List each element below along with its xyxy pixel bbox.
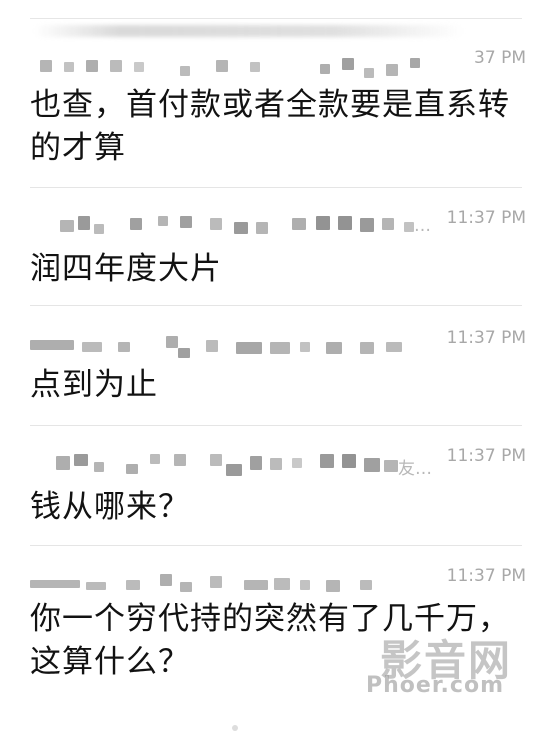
pixel-block bbox=[300, 580, 310, 590]
pixel-block bbox=[410, 58, 420, 68]
pixel-block bbox=[178, 348, 190, 358]
pixel-block bbox=[206, 340, 218, 352]
pixel-block bbox=[270, 458, 282, 470]
message-time: 11:37 PM bbox=[446, 328, 526, 348]
pixel-block bbox=[30, 340, 74, 350]
pixel-block bbox=[386, 64, 398, 76]
message-time: 11:37 PM bbox=[446, 566, 526, 586]
message-time: 11:37 PM bbox=[446, 208, 526, 228]
pixel-block bbox=[30, 580, 80, 588]
pixel-block bbox=[64, 62, 74, 72]
blurred-header-strip bbox=[34, 25, 464, 37]
pixel-block bbox=[126, 464, 138, 474]
sender-ellipsis: 友… bbox=[398, 459, 432, 479]
pixel-block bbox=[94, 462, 104, 472]
pixel-block bbox=[160, 574, 172, 586]
message-text: 钱从哪来？ bbox=[30, 489, 190, 525]
pixel-block bbox=[360, 342, 374, 354]
pixel-block bbox=[40, 60, 52, 72]
pixel-block bbox=[234, 222, 248, 234]
divider bbox=[30, 187, 522, 188]
pixel-block bbox=[326, 580, 340, 592]
pixel-block bbox=[386, 342, 402, 352]
pixel-block bbox=[244, 580, 268, 590]
pixel-block bbox=[384, 460, 398, 472]
pixel-block bbox=[166, 336, 178, 348]
pixel-block bbox=[180, 66, 190, 76]
pixel-block bbox=[86, 60, 98, 72]
pixel-block bbox=[342, 58, 354, 70]
pixel-block bbox=[404, 222, 414, 232]
pixel-block bbox=[292, 218, 306, 230]
pixel-block bbox=[250, 62, 260, 72]
pixel-block bbox=[82, 342, 102, 352]
pixel-block bbox=[270, 342, 290, 354]
sender-ellipsis: … bbox=[414, 216, 431, 236]
message-time: 37 PM bbox=[474, 48, 526, 68]
pixel-block bbox=[256, 222, 268, 234]
pixel-block bbox=[60, 220, 74, 232]
pixel-block bbox=[342, 454, 356, 468]
pixel-block bbox=[150, 454, 160, 464]
divider bbox=[30, 425, 522, 426]
sender-name-pixelated bbox=[30, 332, 425, 358]
pixel-block bbox=[134, 62, 144, 72]
pixel-block bbox=[110, 60, 122, 72]
pixel-block bbox=[338, 216, 352, 230]
pixel-block bbox=[180, 216, 192, 228]
message-text: 润四年度大片 bbox=[30, 251, 222, 287]
pixel-block bbox=[300, 342, 310, 352]
pixel-block bbox=[210, 218, 222, 230]
pixel-block bbox=[320, 454, 334, 468]
sender-name-pixelated bbox=[30, 450, 425, 476]
pixel-block bbox=[210, 576, 222, 588]
pixel-block bbox=[360, 580, 372, 590]
pixel-block bbox=[118, 342, 130, 352]
scroll-indicator bbox=[232, 725, 238, 731]
pixel-block bbox=[210, 454, 222, 466]
message-text: 也查，首付款或者全款要是直系转的才算 bbox=[30, 87, 510, 166]
pixel-block bbox=[320, 64, 330, 74]
pixel-block bbox=[274, 578, 290, 590]
pixel-block bbox=[236, 342, 262, 354]
message-text: 点到为止 bbox=[30, 367, 158, 403]
pixel-block bbox=[364, 68, 374, 78]
pixel-block bbox=[78, 216, 90, 230]
divider bbox=[30, 545, 522, 546]
divider bbox=[30, 305, 522, 306]
pixel-block bbox=[174, 454, 186, 466]
pixel-block bbox=[86, 582, 106, 590]
pixel-block bbox=[94, 224, 104, 234]
pixel-block bbox=[316, 216, 330, 230]
pixel-block bbox=[56, 456, 70, 470]
pixel-block bbox=[158, 216, 168, 226]
pixel-block bbox=[360, 218, 374, 232]
pixel-block bbox=[74, 454, 88, 466]
pixel-block bbox=[364, 458, 380, 472]
message-text: 你一个穷代持的突然有了几千万，这算什么？ bbox=[30, 601, 510, 680]
message-time: 11:37 PM bbox=[446, 446, 526, 466]
pixel-block bbox=[382, 218, 394, 230]
sender-name-pixelated bbox=[30, 54, 425, 78]
sender-name-pixelated bbox=[30, 212, 425, 236]
pixel-block bbox=[250, 456, 262, 470]
pixel-block bbox=[226, 464, 242, 476]
pixel-block bbox=[326, 342, 342, 354]
pixel-block bbox=[130, 218, 142, 230]
pixel-block bbox=[180, 582, 192, 592]
pixel-block bbox=[216, 60, 228, 72]
pixel-block bbox=[292, 458, 302, 468]
top-divider bbox=[30, 18, 522, 19]
sender-name-pixelated bbox=[30, 570, 425, 594]
pixel-block bbox=[126, 580, 140, 590]
